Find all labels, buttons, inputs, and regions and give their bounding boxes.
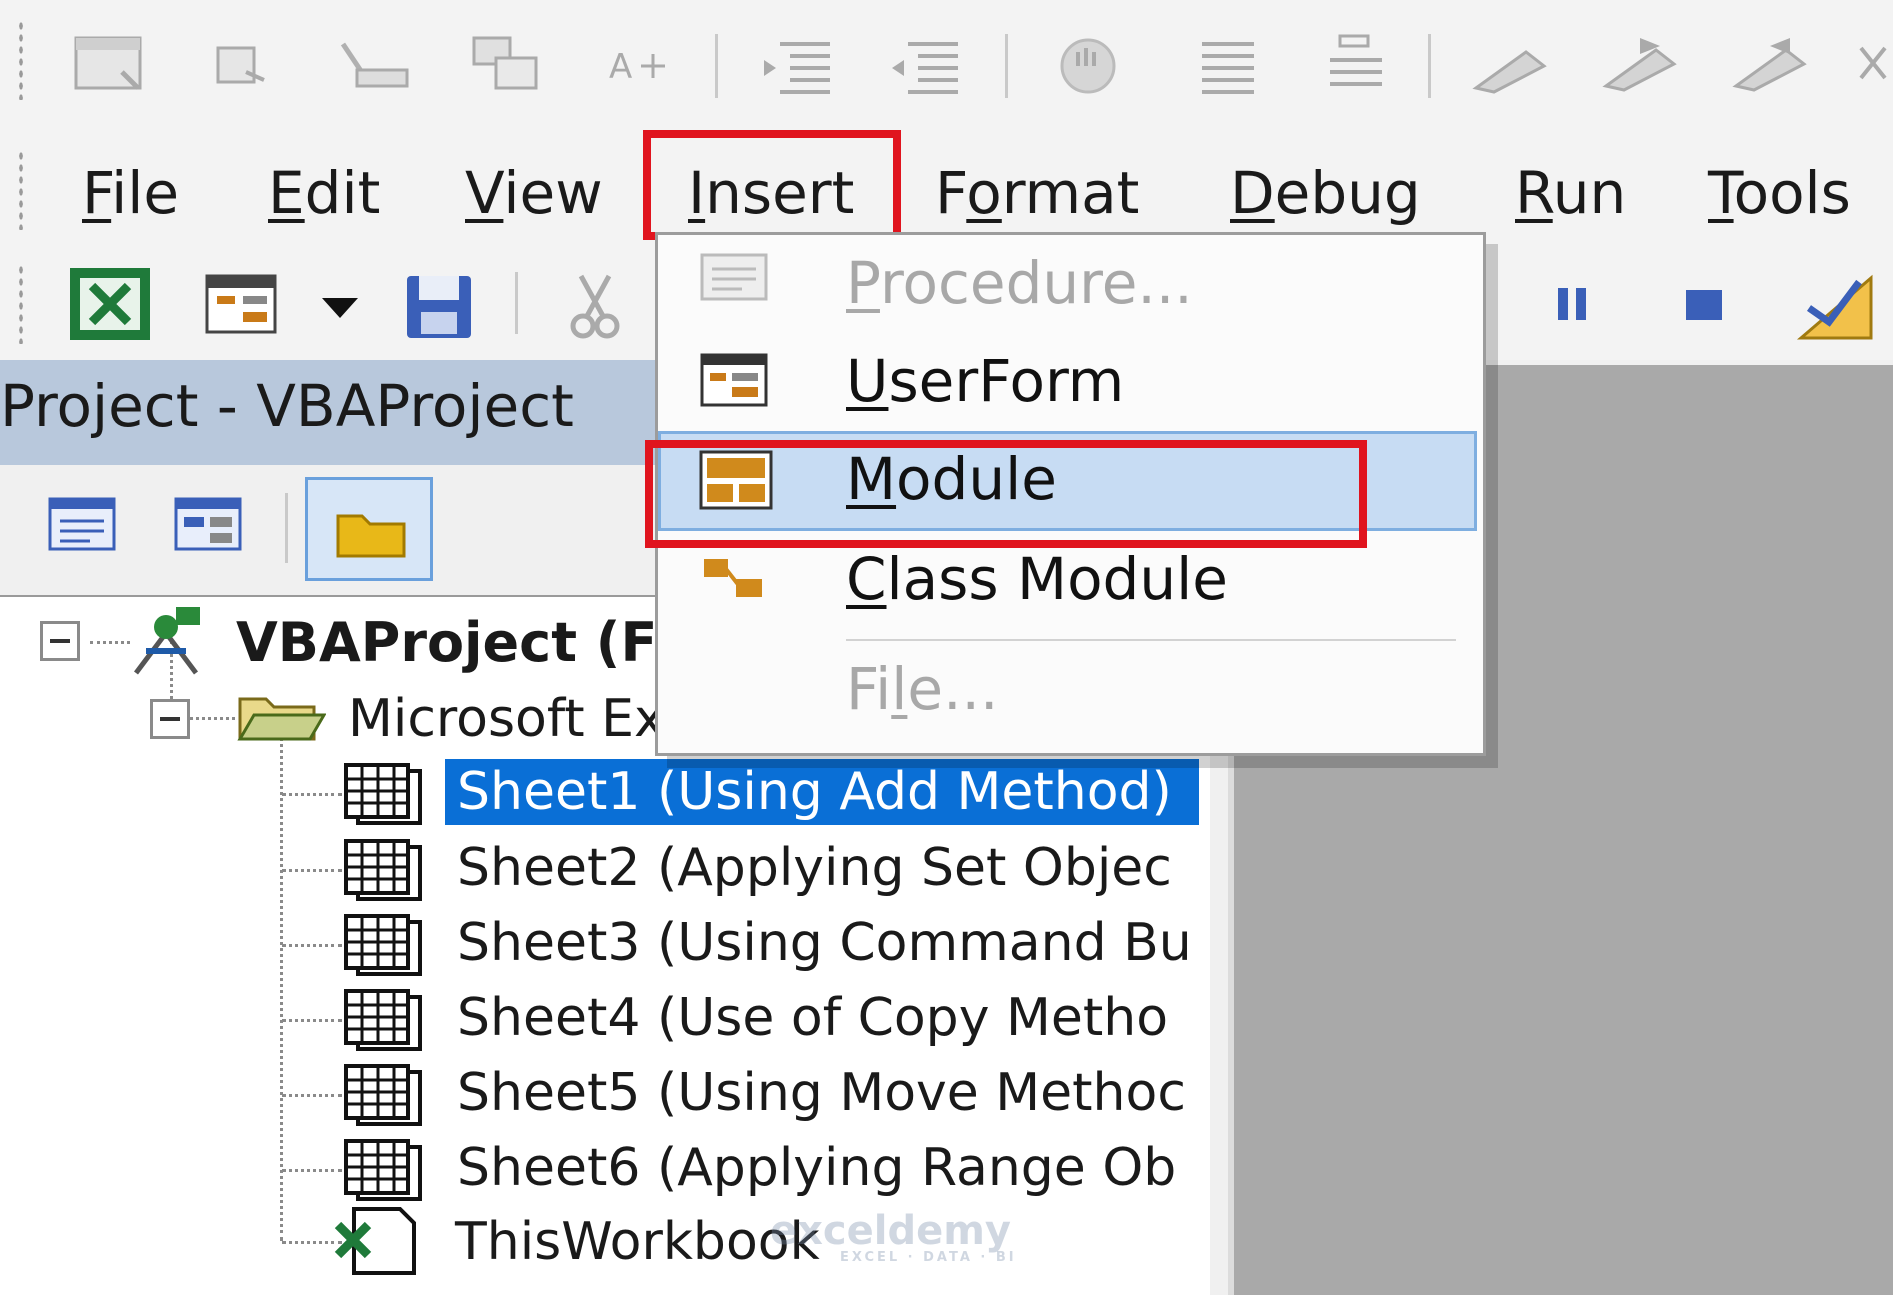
view-code-icon[interactable] bbox=[46, 495, 120, 555]
view-object-icon[interactable] bbox=[172, 495, 246, 555]
outdent-icon[interactable] bbox=[888, 36, 968, 96]
standard-toolbar-grip[interactable] bbox=[18, 264, 24, 344]
worksheet-icon bbox=[344, 1139, 422, 1201]
project-pane-title-text: Project - VBAProject bbox=[0, 372, 574, 440]
edit-toolbar: A bbox=[0, 0, 1893, 130]
break-icon[interactable] bbox=[1552, 280, 1596, 330]
menu-run[interactable]: Run bbox=[1515, 158, 1626, 228]
worksheet-icon bbox=[344, 914, 422, 976]
worksheet-icon bbox=[344, 763, 422, 825]
tree-thisworkbook[interactable]: ThisWorkbook bbox=[455, 1209, 820, 1275]
uncomment-block-icon[interactable] bbox=[1320, 30, 1394, 96]
clear-bookmarks-icon[interactable] bbox=[1855, 40, 1893, 90]
tree-sheet3[interactable]: Sheet3 (Using Command Bu bbox=[457, 910, 1187, 976]
previous-bookmark-icon[interactable] bbox=[1730, 32, 1816, 94]
indent-icon[interactable] bbox=[760, 36, 840, 96]
menu-edit[interactable]: Edit bbox=[268, 158, 380, 228]
worksheet-icon bbox=[344, 839, 422, 901]
toggle-breakpoint-icon[interactable] bbox=[1052, 32, 1122, 98]
procedure-icon bbox=[700, 253, 768, 301]
menu-item-procedure[interactable]: Procedure... bbox=[658, 235, 1477, 335]
menu-item-file[interactable]: File... bbox=[658, 641, 1477, 741]
list-properties-icon[interactable] bbox=[72, 32, 152, 96]
reset-icon[interactable] bbox=[1680, 280, 1730, 330]
menu-format[interactable]: Format bbox=[935, 158, 1139, 228]
toggle-folders-button[interactable] bbox=[305, 477, 433, 581]
comment-block-icon[interactable] bbox=[1192, 36, 1262, 96]
menubar-grip[interactable] bbox=[18, 150, 24, 230]
tree-folder-microsoft-excel-objects[interactable]: Microsoft Ex bbox=[348, 689, 665, 749]
tree-root-vbaproject[interactable]: VBAProject (F bbox=[236, 611, 657, 674]
svg-text:A: A bbox=[609, 47, 632, 87]
menu-debug[interactable]: Debug bbox=[1230, 158, 1421, 228]
tree-sheet1[interactable]: Sheet1 (Using Add Method) bbox=[445, 759, 1199, 825]
class-module-icon bbox=[704, 559, 762, 597]
exceldemy-watermark: exceldemy EXCEL · DATA · BI bbox=[770, 1208, 1017, 1265]
insert-menu-highlight bbox=[643, 130, 901, 240]
tree-sheet6[interactable]: Sheet6 (Applying Range Ob bbox=[457, 1135, 1187, 1201]
cut-icon[interactable] bbox=[565, 272, 625, 342]
tree-sheet5[interactable]: Sheet5 (Using Move Methoc bbox=[457, 1060, 1187, 1126]
toolbar-grip[interactable] bbox=[18, 20, 24, 100]
userform-icon bbox=[700, 353, 768, 407]
menu-file[interactable]: File bbox=[82, 158, 179, 228]
save-icon[interactable] bbox=[403, 272, 477, 342]
toggle-bookmark-icon[interactable] bbox=[1470, 40, 1550, 94]
insert-userform-icon[interactable] bbox=[203, 272, 281, 338]
collapse-folder-toggle[interactable] bbox=[150, 699, 190, 739]
folder-icon bbox=[336, 514, 406, 558]
tree-sheet4[interactable]: Sheet4 (Use of Copy Metho bbox=[457, 985, 1187, 1051]
open-folder-icon bbox=[237, 697, 326, 741]
worksheet-icon bbox=[344, 989, 422, 1051]
chevron-down-icon[interactable] bbox=[316, 290, 366, 320]
quick-info-icon[interactable] bbox=[335, 36, 415, 92]
menu-item-userform[interactable]: UserForm bbox=[658, 333, 1477, 433]
list-constants-icon[interactable] bbox=[212, 42, 272, 92]
collapse-root-toggle[interactable] bbox=[40, 621, 80, 661]
vbaproject-icon bbox=[134, 607, 200, 675]
view-excel-icon[interactable] bbox=[66, 264, 156, 346]
next-bookmark-icon[interactable] bbox=[1600, 32, 1686, 94]
worksheet-icon bbox=[344, 1064, 422, 1126]
workbook-icon bbox=[334, 1207, 416, 1275]
parameter-info-icon[interactable] bbox=[470, 34, 550, 96]
design-mode-icon[interactable] bbox=[1795, 268, 1885, 344]
complete-word-icon[interactable]: A bbox=[605, 42, 675, 92]
menu-view[interactable]: View bbox=[465, 158, 603, 228]
tree-sheet2[interactable]: Sheet2 (Applying Set Objec bbox=[457, 835, 1187, 901]
module-highlight bbox=[645, 440, 1367, 548]
menu-tools[interactable]: Tools bbox=[1708, 158, 1851, 228]
